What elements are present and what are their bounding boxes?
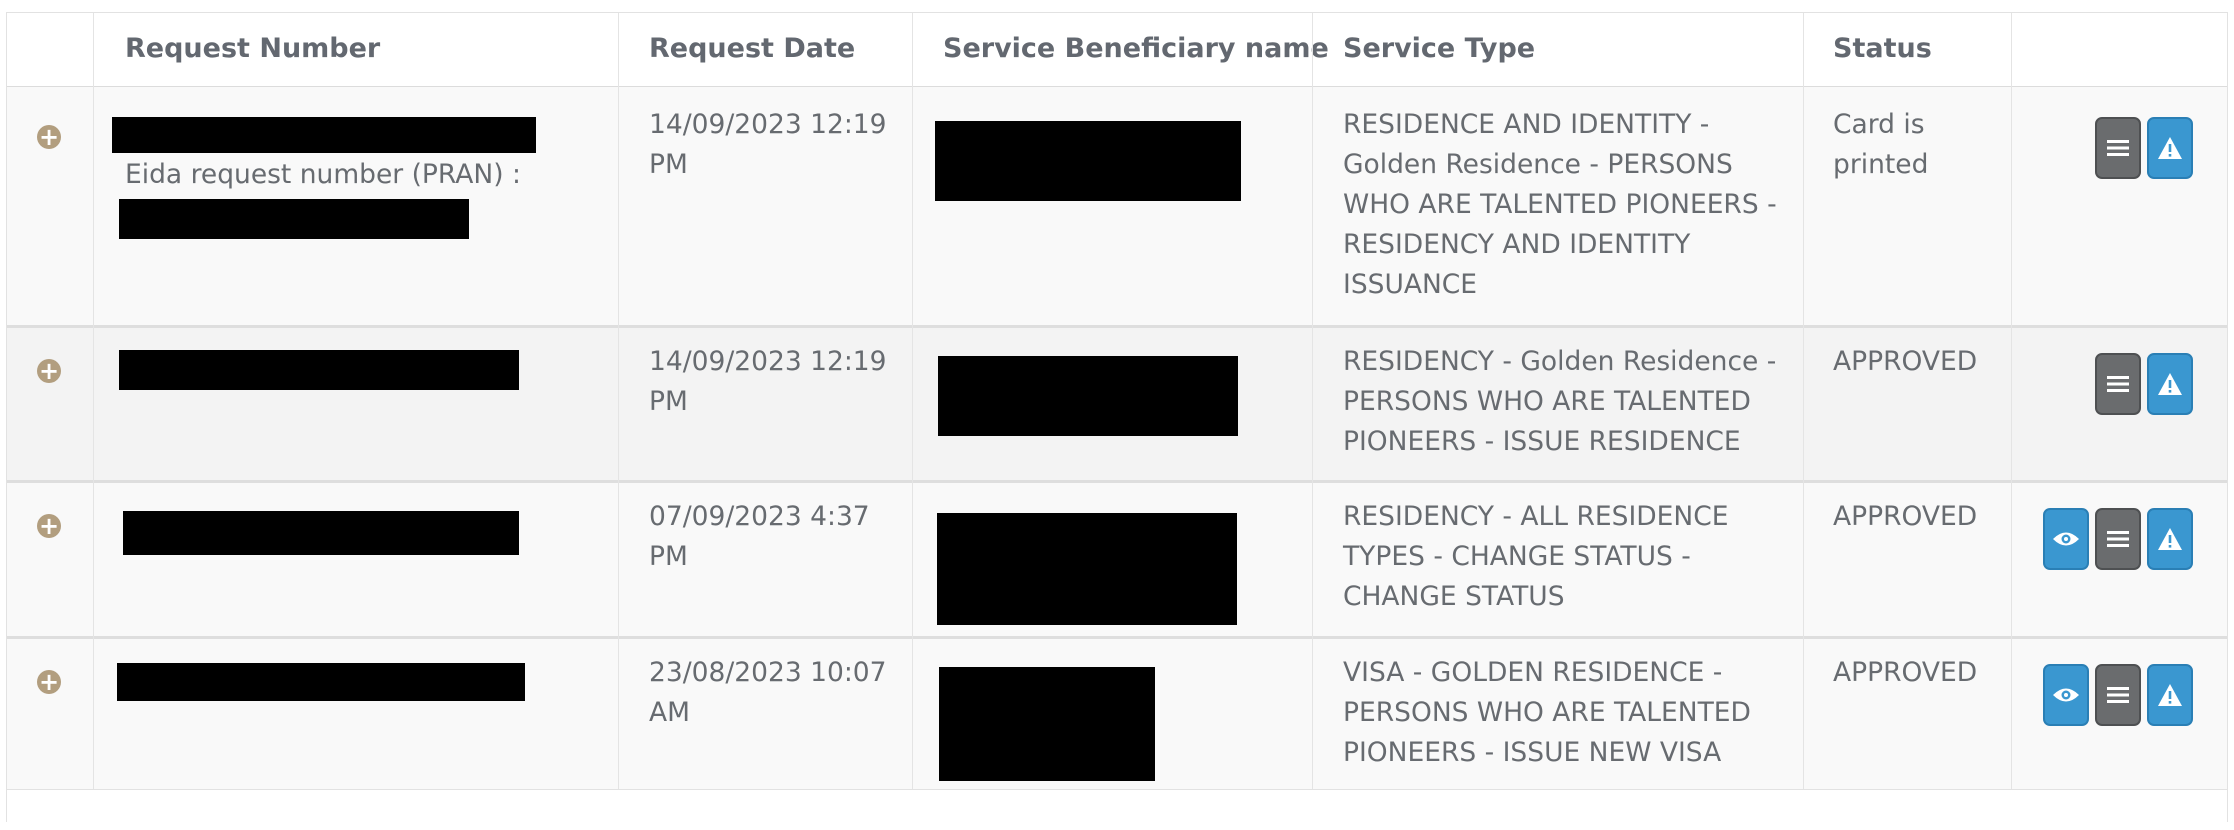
warning-icon bbox=[2158, 528, 2182, 550]
service-type-line: CHANGE STATUS bbox=[1343, 581, 1565, 612]
details-button[interactable] bbox=[2095, 353, 2141, 415]
eye-icon bbox=[2053, 688, 2079, 702]
column-divider bbox=[912, 13, 913, 789]
eida-request-label: Eida request number (PRAN) : bbox=[125, 159, 521, 190]
column-divider bbox=[618, 13, 619, 789]
table-row: + Eida request number (PRAN) : 14/09/202… bbox=[7, 87, 2227, 325]
request-date-ampm: PM bbox=[649, 149, 688, 180]
column-divider bbox=[93, 13, 94, 789]
status-text: APPROVED bbox=[1833, 346, 1978, 377]
status-text: printed bbox=[1833, 149, 1929, 180]
table-header: Request Number Request Date Service Bene… bbox=[7, 13, 2227, 87]
view-button[interactable] bbox=[2043, 508, 2089, 570]
status-text: APPROVED bbox=[1833, 501, 1978, 532]
plus-circle-icon[interactable]: + bbox=[37, 670, 61, 694]
list-icon bbox=[2107, 140, 2129, 156]
list-icon bbox=[2107, 687, 2129, 703]
service-type-line: RESIDENCY - Golden Residence - bbox=[1343, 346, 1777, 377]
table-footer bbox=[7, 789, 2227, 822]
redacted-request-number bbox=[117, 663, 525, 701]
header-request-number[interactable]: Request Number bbox=[125, 33, 380, 64]
header-request-date[interactable]: Request Date bbox=[649, 33, 855, 64]
service-type-line: PERSONS WHO ARE TALENTED bbox=[1343, 386, 1751, 417]
header-service-type[interactable]: Service Type bbox=[1343, 33, 1535, 64]
redacted-beneficiary-name bbox=[938, 356, 1238, 436]
service-type-line: Golden Residence - PERSONS bbox=[1343, 149, 1733, 180]
redacted-beneficiary-name bbox=[939, 667, 1155, 781]
redacted-request-number bbox=[123, 511, 519, 555]
request-date: 14/09/2023 12:19 bbox=[649, 109, 887, 140]
warning-icon bbox=[2158, 684, 2182, 706]
eye-icon bbox=[2053, 532, 2079, 546]
service-type-line: PIONEERS - ISSUE RESIDENCE bbox=[1343, 426, 1741, 457]
report-button[interactable] bbox=[2147, 117, 2193, 179]
service-type-line: PERSONS WHO ARE TALENTED bbox=[1343, 697, 1751, 728]
table-row: + 14/09/2023 12:19 PM RESIDENCY - Golden… bbox=[7, 328, 2227, 480]
redacted-beneficiary-name bbox=[937, 513, 1237, 625]
redacted-pran-number bbox=[119, 199, 469, 239]
report-button[interactable] bbox=[2147, 353, 2193, 415]
request-date-ampm: PM bbox=[649, 386, 688, 417]
request-date-ampm: PM bbox=[649, 541, 688, 572]
redacted-request-number bbox=[112, 117, 536, 153]
service-type-line: TYPES - CHANGE STATUS - bbox=[1343, 541, 1691, 572]
plus-circle-icon[interactable]: + bbox=[37, 125, 61, 149]
request-date: 07/09/2023 4:37 bbox=[649, 501, 870, 532]
list-icon bbox=[2107, 531, 2129, 547]
service-type-line: PIONEERS - ISSUE NEW VISA bbox=[1343, 737, 1722, 768]
report-button[interactable] bbox=[2147, 508, 2193, 570]
header-status[interactable]: Status bbox=[1833, 33, 1932, 64]
service-type-line: RESIDENCY - ALL RESIDENCE bbox=[1343, 501, 1729, 532]
warning-icon bbox=[2158, 373, 2182, 395]
header-beneficiary-name[interactable]: Service Beneficiary name bbox=[943, 33, 1329, 64]
details-button[interactable] bbox=[2095, 117, 2141, 179]
list-icon bbox=[2107, 376, 2129, 392]
status-text: Card is bbox=[1833, 109, 1925, 140]
service-type-line: VISA - GOLDEN RESIDENCE - bbox=[1343, 657, 1723, 688]
service-type-line: ISSUANCE bbox=[1343, 269, 1478, 300]
warning-icon bbox=[2158, 137, 2182, 159]
requests-table: Request Number Request Date Service Bene… bbox=[6, 12, 2228, 822]
service-type-line: WHO ARE TALENTED PIONEERS - bbox=[1343, 189, 1777, 220]
details-button[interactable] bbox=[2095, 664, 2141, 726]
column-divider bbox=[1803, 13, 1804, 789]
column-divider bbox=[2011, 13, 2012, 789]
plus-circle-icon[interactable]: + bbox=[37, 359, 61, 383]
redacted-request-number bbox=[119, 350, 519, 390]
request-date: 14/09/2023 12:19 bbox=[649, 346, 887, 377]
status-text: APPROVED bbox=[1833, 657, 1978, 688]
service-type-line: RESIDENCE AND IDENTITY - bbox=[1343, 109, 1710, 140]
request-date-ampm: AM bbox=[649, 697, 690, 728]
request-date: 23/08/2023 10:07 bbox=[649, 657, 887, 688]
column-divider bbox=[1312, 13, 1313, 789]
report-button[interactable] bbox=[2147, 664, 2193, 726]
table-row: + 07/09/2023 4:37 PM RESIDENCY - ALL RES… bbox=[7, 483, 2227, 636]
redacted-beneficiary-name bbox=[935, 121, 1241, 201]
view-button[interactable] bbox=[2043, 664, 2089, 726]
table-row: + 23/08/2023 10:07 AM VISA - GOLDEN RESI… bbox=[7, 639, 2227, 789]
details-button[interactable] bbox=[2095, 508, 2141, 570]
plus-circle-icon[interactable]: + bbox=[37, 514, 61, 538]
service-type-line: RESIDENCY AND IDENTITY bbox=[1343, 229, 1691, 260]
